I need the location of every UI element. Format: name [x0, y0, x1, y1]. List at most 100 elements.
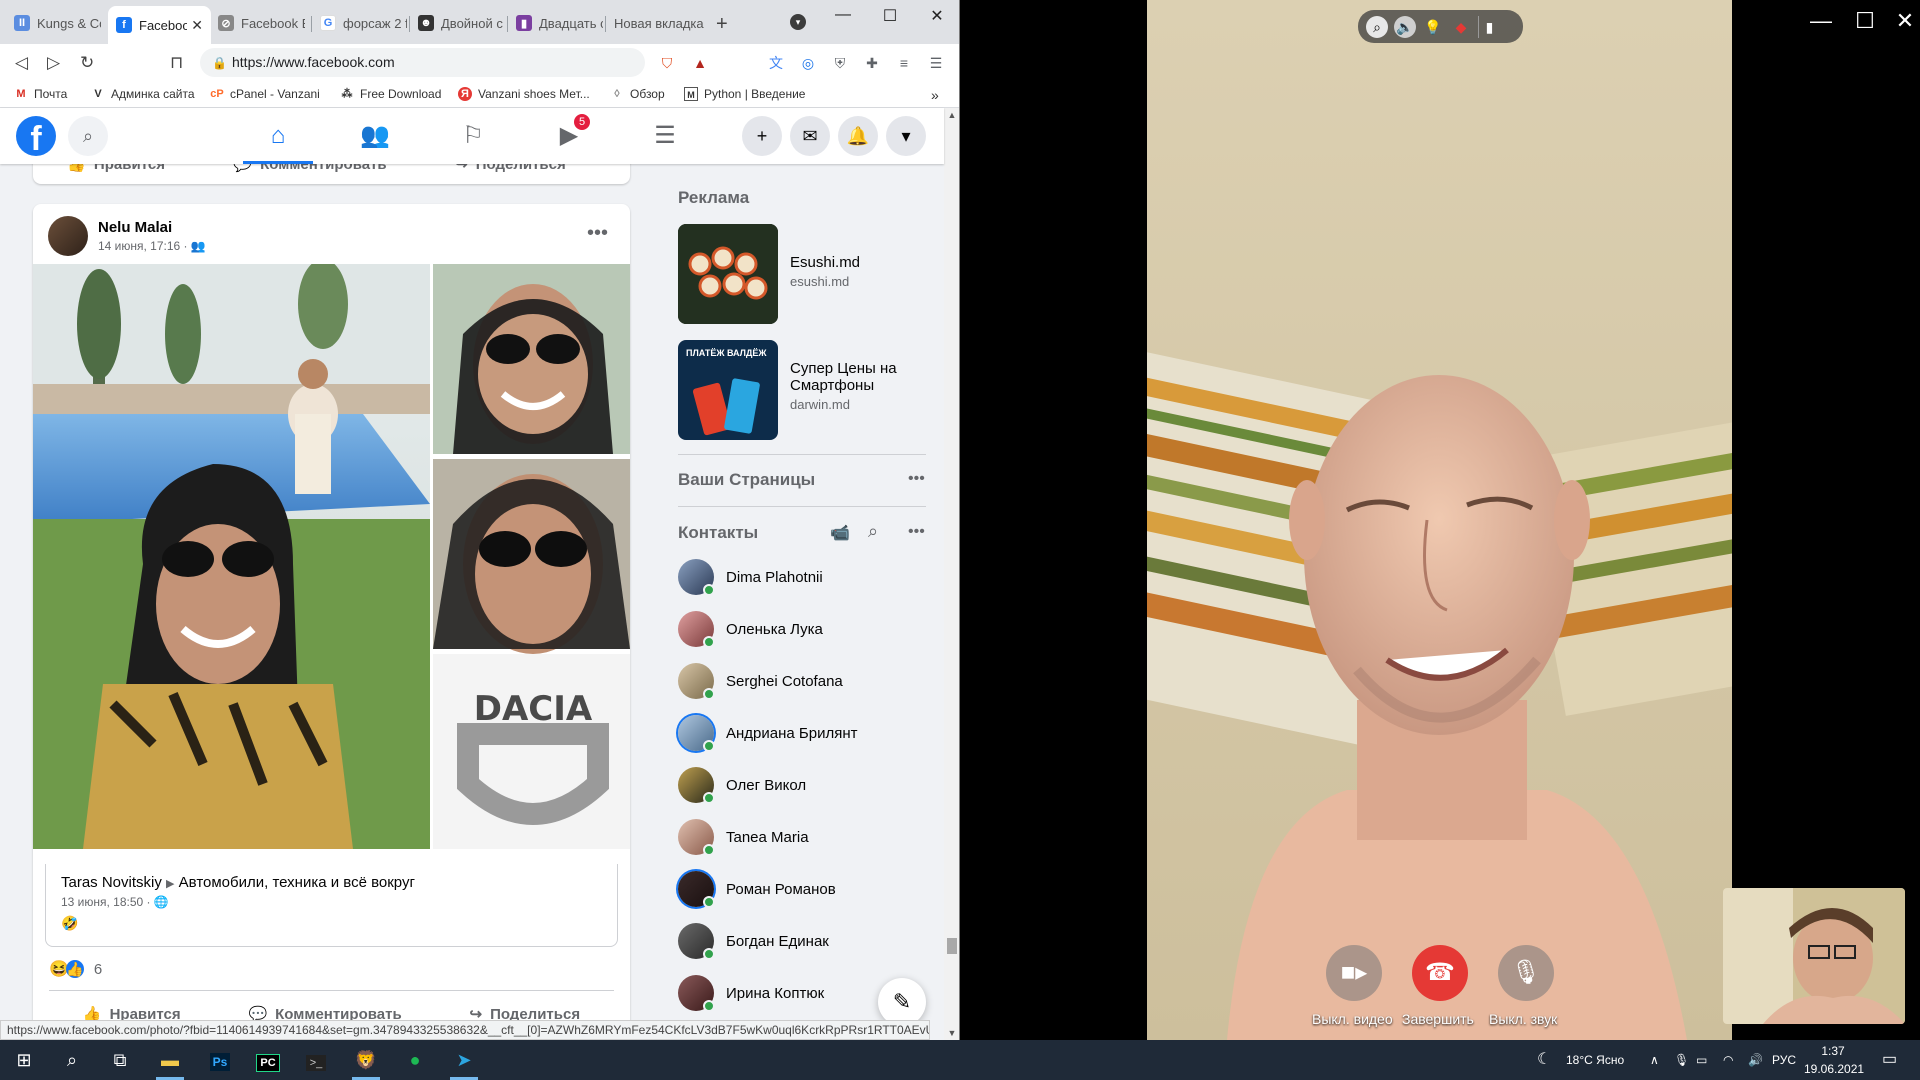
contact-item[interactable]: Serghei Cotofana: [678, 659, 938, 703]
contact-item[interactable]: Tanea Maria: [678, 815, 938, 859]
shared-group[interactable]: Автомобили, техника и всё вокруг: [179, 874, 415, 891]
reactions-summary[interactable]: 😆 👍 6: [49, 959, 102, 979]
extension-icon[interactable]: ◎: [799, 54, 817, 72]
pycharm-icon[interactable]: PC: [244, 1044, 292, 1076]
task-view-icon[interactable]: ⧉: [96, 1044, 144, 1076]
scroll-down-icon[interactable]: ▼: [944, 1028, 959, 1038]
close-tab-icon[interactable]: ✕: [191, 17, 203, 34]
tray-chevron-up-icon[interactable]: ∧: [1650, 1040, 1659, 1080]
notifications-bell-icon[interactable]: 🔔: [838, 116, 878, 156]
close-window-icon[interactable]: ✕: [922, 6, 952, 28]
tab-facebook-b[interactable]: ⊘ Facebook B: [210, 8, 313, 38]
notifications-icon[interactable]: ▭: [1882, 1040, 1897, 1080]
video-toggle-button[interactable]: ■▸: [1326, 945, 1382, 1001]
shared-time[interactable]: 13 июня, 18:50 ·: [61, 895, 154, 909]
messenger-icon[interactable]: ✉: [790, 116, 830, 156]
shared-post-attachment[interactable]: Taras Novitskiy ▶ Автомобили, техника и …: [45, 864, 618, 947]
contacts-more-icon[interactable]: •••: [908, 523, 925, 541]
volume-icon[interactable]: 🔈: [1394, 15, 1416, 38]
bookmark-obzor[interactable]: ◊ Обзор: [610, 87, 664, 101]
contact-item[interactable]: Олег Викол: [678, 763, 938, 807]
contacts-search-icon[interactable]: ⌕: [868, 521, 878, 542]
menu-icon[interactable]: ☰: [927, 54, 945, 72]
input-language[interactable]: РУС: [1772, 1040, 1796, 1080]
share-button[interactable]: ↪ Поделиться: [455, 164, 566, 173]
contact-item[interactable]: Богдан Единак: [678, 919, 938, 963]
like-button[interactable]: 👍 Нравится: [67, 164, 165, 173]
facebook-logo[interactable]: f: [16, 116, 56, 156]
terminal-icon[interactable]: >_: [292, 1044, 340, 1076]
friends-icon[interactable]: 👥: [340, 108, 410, 164]
tab-facebook[interactable]: f Facebook ✕: [108, 6, 211, 44]
contact-item[interactable]: Оленька Лука: [678, 607, 938, 651]
post-time[interactable]: 14 июня, 17:16 ·: [98, 239, 191, 253]
scroll-up-icon[interactable]: ▲: [944, 110, 959, 120]
contact-item[interactable]: Андриана Брилянт: [678, 711, 938, 755]
bookmark-gmail[interactable]: M Почта: [14, 87, 67, 101]
menu-icon[interactable]: ☰: [630, 108, 700, 164]
scroll-thumb[interactable]: [947, 938, 957, 954]
bulb-icon[interactable]: 💡: [1422, 16, 1444, 38]
contact-item[interactable]: Dima Plahotnii: [678, 555, 938, 599]
tab-kungs[interactable]: II Kungs & Co: [6, 8, 109, 38]
tab-forsazh[interactable]: G форсаж 2 f: [312, 8, 415, 38]
forward-icon[interactable]: ▷: [47, 53, 60, 73]
photoshop-icon[interactable]: Ps: [196, 1044, 244, 1076]
ad-esushi[interactable]: Esushi.md esushi.md: [678, 224, 860, 324]
spotify-icon[interactable]: ●: [391, 1044, 439, 1076]
windows-start-icon[interactable]: ⊞: [0, 1044, 48, 1076]
shared-author[interactable]: Taras Novitskiy: [61, 874, 162, 891]
comment-button[interactable]: 💬 Комментировать: [233, 164, 386, 173]
battery-icon[interactable]: ▭: [1696, 1040, 1707, 1080]
bookmark-vanzani[interactable]: Я Vanzani shoes Мет...: [458, 87, 590, 101]
translate-icon[interactable]: 文: [767, 54, 785, 72]
call-minimize-icon[interactable]: —: [1801, 8, 1841, 34]
brave-browser-icon[interactable]: 🦁: [342, 1044, 390, 1080]
call-maximize-icon[interactable]: ☐: [1845, 8, 1885, 34]
microphone-tray-icon[interactable]: 🎙: [1674, 1040, 1689, 1080]
search-icon[interactable]: ⌕: [48, 1044, 96, 1076]
search-icon[interactable]: ⌕: [68, 116, 108, 156]
new-room-video-icon[interactable]: 📹: [830, 523, 850, 543]
self-video-preview[interactable]: [1723, 888, 1905, 1024]
tab-new[interactable]: Новая вкладка: [606, 8, 712, 38]
maximize-icon[interactable]: ☐: [875, 6, 905, 28]
end-call-button[interactable]: ☎: [1412, 945, 1468, 1001]
brave-shield-icon[interactable]: ⛉: [658, 54, 676, 72]
new-tab-button[interactable]: +: [716, 13, 728, 36]
ad-darwin[interactable]: ПЛАТЁЖ ВАЛДЁЖ Супер Цены на Смартфоны da…: [678, 340, 940, 440]
author-avatar[interactable]: [48, 216, 88, 256]
bookmark-free-download[interactable]: ⁂ Free Download: [340, 87, 442, 101]
tab-dvadtsat[interactable]: ▮ Двадцать с: [508, 8, 611, 38]
telegram-icon[interactable]: ➤: [440, 1044, 488, 1080]
back-icon[interactable]: ◁: [15, 53, 28, 73]
clock-date[interactable]: 19.06.2021: [1804, 1060, 1864, 1078]
home-icon[interactable]: ⌂: [243, 108, 313, 164]
rewards-icon[interactable]: ▲: [691, 54, 709, 72]
wifi-icon[interactable]: ◠: [1723, 1040, 1733, 1080]
post-photo[interactable]: DACIA: [33, 264, 630, 849]
watch-icon[interactable]: ▶ 5: [534, 108, 604, 164]
search-icon[interactable]: ⌕: [1366, 15, 1388, 38]
mute-button[interactable]: 🎙: [1498, 945, 1554, 1001]
page-scrollbar[interactable]: ▲ ▼: [944, 108, 959, 1040]
bookmark-admin[interactable]: V Админка сайта: [91, 87, 194, 101]
shield-icon[interactable]: ⛨: [831, 54, 849, 72]
tab-dvoinoy[interactable]: ☻ Двойной с: [410, 8, 513, 38]
media-queue-icon[interactable]: ≡: [895, 54, 913, 72]
url-bar[interactable]: 🔒 https://www.facebook.com: [200, 48, 645, 77]
bookmarks-more[interactable]: »: [931, 87, 939, 103]
pages-more-icon[interactable]: •••: [908, 470, 925, 488]
bookmark-icon[interactable]: ⊓: [170, 53, 183, 73]
tab-search-icon[interactable]: ▾: [790, 14, 806, 30]
file-explorer-icon[interactable]: ▬: [146, 1044, 194, 1080]
post-author[interactable]: Nelu Malai: [98, 219, 206, 236]
create-plus-icon[interactable]: +: [742, 116, 782, 156]
record-icon[interactable]: ◆: [1450, 16, 1472, 38]
bookmark-python[interactable]: M Python | Введение: [684, 87, 805, 101]
volume-icon[interactable]: 🔊: [1748, 1040, 1763, 1080]
weather-text[interactable]: 18°C Ясно: [1566, 1040, 1624, 1080]
minimize-icon[interactable]: —: [828, 6, 858, 28]
extensions-puzzle-icon[interactable]: ✚: [863, 54, 881, 72]
more-options-icon[interactable]: •••: [587, 222, 608, 245]
